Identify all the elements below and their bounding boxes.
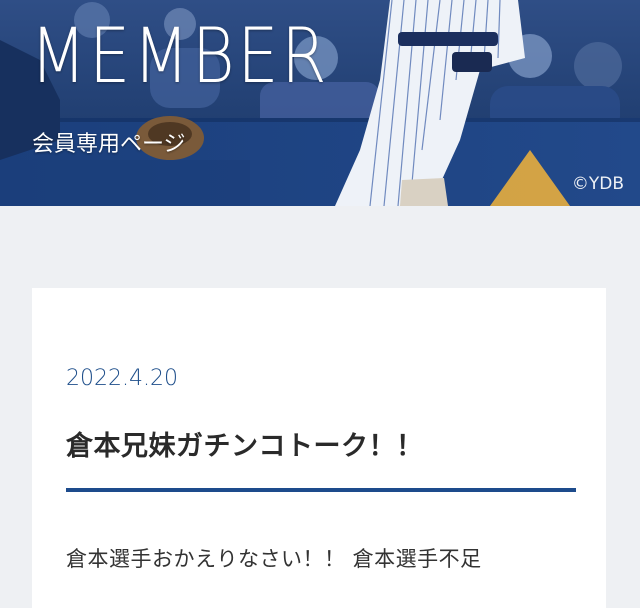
page-subtitle: 会員専用ページ xyxy=(32,132,186,157)
title-divider xyxy=(66,488,576,492)
post-title[interactable]: 倉本兄妹ガチンコトーク！！ xyxy=(66,424,424,463)
post-card[interactable]: 2022.4.20 倉本兄妹ガチンコトーク！！ 倉本選手おかえりなさい！！ 倉本… xyxy=(32,288,606,608)
post-date: 2022.4.20 xyxy=(66,366,178,391)
page-title: MEMBER xyxy=(30,11,330,100)
post-excerpt: 倉本選手おかえりなさい！！ 倉本選手不足 xyxy=(66,547,482,571)
member-hero-banner: MEMBER 会員専用ページ ©YDB xyxy=(0,0,640,206)
photo-credit: ©YDB xyxy=(571,174,624,194)
